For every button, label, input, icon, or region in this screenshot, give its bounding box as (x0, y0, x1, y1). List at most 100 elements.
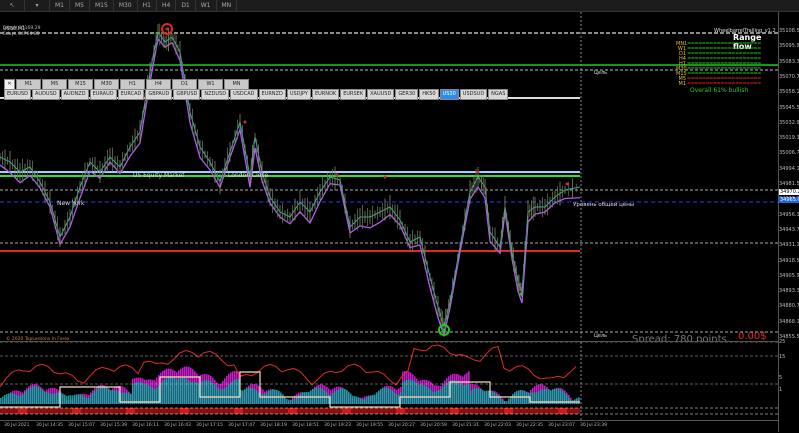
target-top-label: Цель (594, 70, 607, 76)
histogram-bar-teal (470, 390, 472, 404)
time-tick: 30 Jul 16:11 (132, 423, 159, 428)
symbol-button-gbpusd[interactable]: GBPUSD (173, 89, 200, 100)
dropdown-icon[interactable]: ▾ (25, 0, 50, 11)
histogram-bar-teal (478, 388, 480, 404)
histogram-bar-teal (298, 395, 300, 404)
symbol-button-ger30[interactable]: GER30 (395, 89, 418, 100)
toolbar-tf-m5[interactable]: M5 (70, 0, 90, 11)
toolbar-tf-m1[interactable]: M1 (50, 0, 70, 11)
symbol-button-euraud[interactable]: EURAUD (90, 89, 117, 100)
london-close-label: London Close (228, 172, 268, 179)
histogram-bar-teal (236, 379, 238, 404)
histogram-bar-teal (58, 393, 60, 404)
histogram-bar-teal (340, 388, 342, 404)
price-tick: 35019.30 (779, 135, 799, 141)
price-axis[interactable]: 35108.5035095.9035083.3035070.7035058.10… (778, 12, 799, 432)
toolbar-tf-w1[interactable]: W1 (196, 0, 217, 11)
histogram-bar-teal (176, 379, 178, 404)
histogram-bar-teal (358, 397, 360, 404)
histogram-bar-teal (214, 385, 216, 404)
histogram-bar-teal (360, 399, 362, 404)
histogram-bars (0, 366, 580, 404)
histogram-bar-teal (306, 392, 308, 404)
indicator-subwindow[interactable] (0, 341, 778, 421)
symbol-button-nzdusd[interactable]: NZDUSD (201, 89, 229, 100)
toolbar-tf-mn[interactable]: MN (217, 0, 238, 11)
histogram-bar-teal (294, 399, 296, 404)
symbol-button-xauusd[interactable]: XAUUSD (367, 89, 394, 100)
histogram-bar-teal (150, 386, 152, 404)
histogram-bar-teal (434, 392, 436, 404)
symbol-button-us30[interactable]: US30 (440, 89, 459, 100)
histogram-bar-teal (504, 401, 506, 404)
main-chart[interactable]: US30,M1 5dayH 35169.29 5dayL 34704.85 ✕ … (0, 12, 778, 340)
histogram-bar-teal (82, 396, 84, 404)
price-tick: 35083.30 (779, 59, 799, 65)
histogram-bar-teal (464, 385, 466, 404)
new-york-label: New York (57, 200, 84, 207)
toolbar-tf-h1[interactable]: H1 (138, 0, 157, 11)
toolbar-tf-m15[interactable]: M15 (90, 0, 114, 11)
symbol-button-eurnok[interactable]: EURNOK (312, 89, 339, 100)
histogram-bar-teal (578, 397, 580, 404)
histogram-bar-teal (34, 386, 36, 404)
toolbar-tf-m30[interactable]: M30 (114, 0, 138, 11)
symbol-button-ngas[interactable]: NGAS (488, 89, 508, 100)
price-tick: 35070.70 (779, 74, 799, 80)
histogram-bar-teal (90, 395, 92, 404)
histogram-bar-teal (300, 394, 302, 404)
histogram-bar-teal (408, 380, 410, 404)
symbol-button-audusd[interactable]: AUDUSD (32, 89, 60, 100)
five-day-low: 5dayL 34704.85 (3, 32, 40, 37)
histogram-bar-teal (250, 388, 252, 404)
symbol-button-audnzd[interactable]: AUDNZD (61, 89, 89, 100)
toolbar-tf-h4[interactable]: H4 (157, 0, 176, 11)
histogram-bar-teal (168, 377, 170, 404)
trend-row-tf: M1 (676, 82, 686, 87)
histogram-bar-teal (292, 399, 294, 404)
symbol-button-eurnzd[interactable]: EURNZD (259, 89, 286, 100)
histogram-bar-teal (352, 396, 354, 404)
cursor-icon[interactable]: ↖ (0, 0, 25, 11)
symbol-button-gbpaud[interactable]: GBPAUD (145, 89, 172, 100)
histogram-bar-teal (172, 377, 174, 404)
price-tick: 34880.70 (779, 303, 799, 309)
histogram-bar-teal (48, 393, 50, 404)
symbol-button-usdjpy[interactable]: USDJPY (287, 89, 311, 100)
symbol-button-eurusd[interactable]: EURUSD (4, 89, 31, 100)
histogram-bar-teal (78, 394, 80, 404)
histogram-bar-teal (566, 395, 568, 404)
histogram-bar-teal (422, 385, 424, 404)
histogram-bar-teal (372, 395, 374, 404)
indicator-red-line (0, 345, 576, 387)
histogram-bar-teal (92, 393, 94, 404)
symbol-button-hk50[interactable]: HK50 (419, 89, 438, 100)
histogram-bar-teal (488, 391, 490, 404)
histogram-bar-teal (456, 381, 458, 404)
histogram-bar-teal (526, 392, 528, 404)
histogram-bar-teal (42, 390, 44, 404)
toolbar-tf-d1[interactable]: D1 (176, 0, 195, 11)
indicator-tick: 1 (779, 387, 782, 393)
histogram-bar-teal (282, 394, 284, 404)
histogram-bar-teal (398, 394, 400, 404)
symbol-button-eursek[interactable]: EURSEK (340, 89, 366, 100)
price-tick: 35108.50 (779, 28, 799, 34)
time-axis[interactable]: 30 Jul 202130 Jul 14:3530 Jul 15:0730 Ju… (0, 420, 778, 433)
time-tick: 30 Jul 15:39 (100, 423, 127, 428)
symbol-button-usdcad[interactable]: USDCAD (230, 89, 257, 100)
symbol-button-usdsud[interactable]: USDSUD (460, 89, 487, 100)
signal-band-segment (450, 408, 459, 414)
symbol-button-eurcad[interactable]: EURCAD (118, 89, 145, 100)
histogram-bar-teal (338, 389, 340, 404)
histogram-bar-teal (252, 388, 254, 404)
histogram-bar-teal (392, 391, 394, 404)
fractal-dot (336, 174, 339, 177)
histogram-bar-teal (280, 392, 282, 404)
histogram-bar-teal (500, 399, 502, 404)
histogram-bar-teal (354, 396, 356, 404)
histogram-bar-teal (418, 385, 420, 404)
symbol-switcher: EURUSDAUDUSDAUDNZDEURAUDEURCADGBPAUDGBPU… (4, 89, 508, 100)
histogram-bar-teal (104, 387, 106, 404)
histogram-bar-teal (336, 390, 338, 404)
